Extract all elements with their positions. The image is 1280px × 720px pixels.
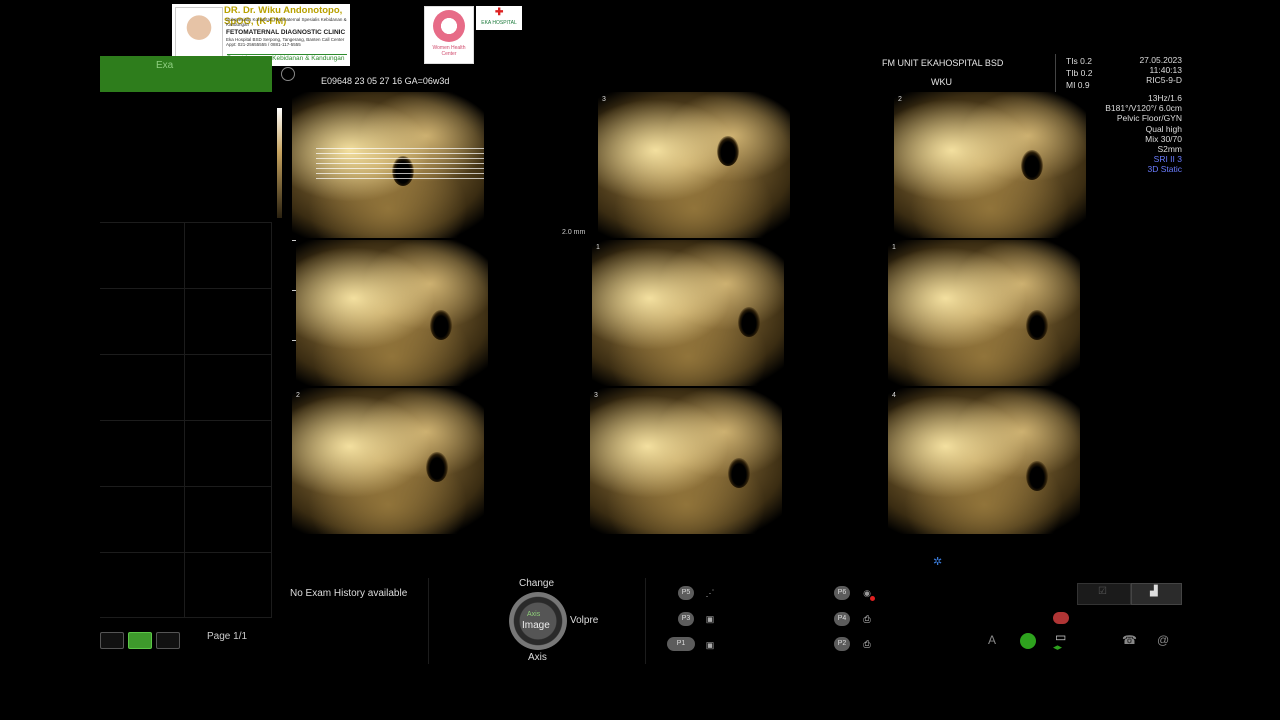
ultrasound-slice[interactable]: 2 — [292, 388, 484, 534]
print-icon[interactable]: ⎙ — [860, 612, 874, 626]
report-button[interactable]: ☑ — [1077, 583, 1131, 605]
ultrasound-slice[interactable] — [292, 92, 484, 238]
slice-lines — [316, 148, 484, 182]
knob-image-label: Image — [522, 620, 550, 631]
ultrasound-slice[interactable] — [296, 240, 488, 386]
arrows-icon[interactable]: ◂▸ — [1053, 642, 1062, 653]
save-icon[interactable]: ▣ — [703, 638, 717, 652]
patient-info: E09648 23 05 27 16 GA=06w3d — [321, 76, 450, 86]
save-3d-icon[interactable]: ▣ — [703, 612, 717, 626]
ultrasound-slice[interactable]: 3 — [598, 92, 790, 238]
divider — [645, 578, 646, 664]
knob-axis-label: Axis — [527, 611, 541, 618]
ultrasound-slice[interactable]: 4 — [888, 388, 1080, 534]
gestational-sac — [737, 307, 760, 338]
p5-button[interactable]: P5 — [678, 586, 694, 600]
exam-time: 11:40:13 — [1149, 65, 1182, 75]
p4-button[interactable]: P4 — [834, 612, 850, 626]
slice-thickness-label: 2.0 mm — [562, 229, 586, 236]
phone-icon[interactable]: ☎ — [1122, 633, 1137, 647]
p1-button[interactable]: P1 — [667, 637, 695, 651]
ultrasound-slice[interactable]: 1 — [888, 240, 1080, 386]
probe-name: RIC5-9-D — [1146, 75, 1182, 85]
hospital-name: FM UNIT EKAHOSPITAL BSD — [882, 58, 1004, 68]
print-icon[interactable]: ⎙ — [860, 637, 874, 651]
page-indicator: Page 1/1 — [207, 631, 248, 642]
eka-hospital-logo: ✚ EKA HOSPITAL — [476, 6, 522, 30]
change-label: Change — [519, 578, 555, 589]
clinic-name: FETOMATERNAL DIAGNOSTIC CLINIC — [226, 29, 346, 36]
share-icon[interactable]: ⋰ — [703, 586, 717, 600]
layout-1x2-icon[interactable] — [100, 632, 124, 649]
cloud-icon[interactable] — [1053, 612, 1069, 624]
divider — [428, 578, 429, 664]
gestational-sac — [1020, 150, 1043, 181]
axis-label: Axis — [528, 652, 547, 663]
ultrasound-slice[interactable]: 3 — [590, 388, 782, 534]
layout-3x3-icon[interactable] — [156, 632, 180, 649]
annotation-icon[interactable]: A — [988, 633, 996, 647]
p3-button[interactable]: P3 — [678, 612, 694, 626]
exam-date: 27.05.2023 — [1139, 55, 1182, 65]
layout-2x2-icon[interactable] — [128, 632, 152, 649]
exam-history-label: No Exam History available — [290, 588, 408, 599]
scan-parameters: 13Hz/1.6 B181°/V120°/ 6.0cm Pelvic Floor… — [1105, 93, 1182, 175]
operator-id: WKU — [931, 77, 952, 87]
layout-selector — [100, 632, 180, 649]
ultrasound-slice[interactable]: 1 — [592, 240, 784, 386]
clinic-address: Eka Hospital BSD Serpong, Tangerang, Ban… — [226, 37, 345, 47]
divider — [1055, 54, 1056, 94]
grayscale-bar — [277, 108, 282, 218]
probe-orientation-icon — [281, 67, 295, 81]
record-indicator — [870, 596, 875, 601]
women-health-center-logo: Women Health Center — [424, 6, 474, 64]
exam-tab[interactable]: Exa — [100, 56, 272, 92]
at-icon[interactable]: @ — [1157, 633, 1169, 647]
gestational-sac — [717, 135, 740, 166]
ultrasound-slice[interactable]: 2 — [894, 92, 1086, 238]
volpre-label: Volpre — [570, 615, 599, 626]
chart-button[interactable]: ▟ — [1131, 583, 1182, 605]
doctor-specialty: Subspesialis Konsultan Fetomaternal Spes… — [226, 17, 347, 27]
p6-button[interactable]: P6 — [834, 586, 850, 600]
gear-icon[interactable]: ✲ — [933, 557, 943, 568]
p2-button[interactable]: P2 — [834, 637, 850, 651]
cursor-icon[interactable] — [1020, 633, 1036, 649]
exam-history-grid — [100, 222, 272, 618]
date-time-block: 27.05.2023 11:40:13 RIC5-9-D — [1080, 55, 1182, 85]
